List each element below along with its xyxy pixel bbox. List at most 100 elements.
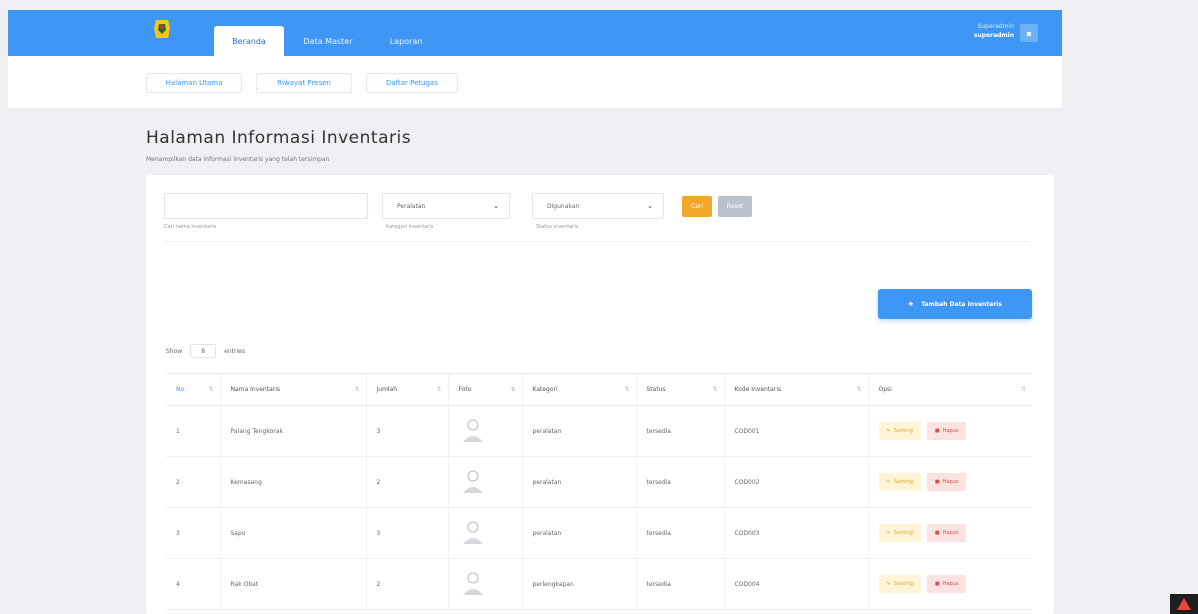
edit-button[interactable]: ✎ Sunting — [878, 422, 921, 440]
chevron-down-icon: ⌄ — [647, 202, 653, 210]
col-kategori[interactable]: Kategori ⇅ — [521, 373, 636, 406]
inventory-table: No. ⇅ Nama Inventaris ⇅ Jumlah ⇅ Foto ⇅ Kate… — [166, 373, 1032, 610]
kategori-value: Peralatan — [397, 202, 426, 210]
table-row: 1 Palang Tengkorak 3 peralatan tersedia … — [166, 405, 1032, 457]
subnav-riwayat-presen[interactable]: Riwayat Presen — [256, 73, 352, 93]
status-select[interactable]: Digunakan ⌄ — [532, 193, 664, 219]
page-length-control: Show 8 entries — [166, 344, 245, 358]
cell-foto — [447, 558, 522, 610]
cell-no: 3 — [166, 507, 220, 559]
user-name: superadmin — [973, 32, 1014, 39]
col-opsi[interactable]: Opsi ⇅ — [867, 373, 1032, 406]
cell-jumlah: 3 — [365, 405, 448, 457]
cell-status: tersedia — [635, 405, 724, 457]
cell-foto — [447, 456, 522, 508]
cari-button[interactable]: Cari — [682, 196, 712, 217]
trash-icon: ■ — [934, 530, 940, 536]
col-status[interactable]: Status ⇅ — [635, 373, 724, 406]
entries-label: entries — [224, 347, 246, 355]
delete-button[interactable]: ■ Hapus — [926, 422, 967, 440]
tab-laporan[interactable]: Laporan — [374, 26, 438, 56]
col-jumlah[interactable]: Jumlah ⇅ — [365, 373, 448, 406]
sort-icon: ⇅ — [624, 386, 630, 393]
add-button-label: Tambah Data Inventaris — [921, 300, 1002, 308]
user-avatar-icon — [462, 419, 483, 442]
pencil-icon: ✎ — [886, 581, 891, 587]
edit-button[interactable]: ✎ Sunting — [878, 524, 921, 542]
top-navbar: Beranda Data Master Laporan Superadmin s… — [8, 10, 1062, 56]
sort-icon: ⇅ — [1020, 386, 1026, 393]
page-title: Halaman Informasi Inventaris — [146, 128, 412, 148]
chevron-down-icon: ⌄ — [493, 202, 499, 210]
search-label: Cari nama inventaris — [164, 224, 217, 230]
add-inventory-button[interactable]: ✚ Tambah Data Inventaris — [878, 289, 1032, 319]
table-row: 3 Sapu 3 peralatan tersedia COD003 ✎ Sunt… — [166, 507, 1032, 559]
status-value: Digunakan — [547, 202, 580, 210]
cell-nama: Kemasang — [219, 456, 366, 508]
show-label: Show — [166, 347, 183, 355]
col-foto[interactable]: Foto ⇅ — [447, 373, 522, 406]
user-avatar-icon — [462, 470, 483, 493]
cell-nama: Rak Obat — [219, 558, 366, 610]
cell-nama: Palang Tengkorak — [219, 405, 366, 457]
trash-icon: ■ — [934, 581, 940, 587]
tab-beranda[interactable]: Beranda — [214, 26, 284, 56]
user-icon: ▪ — [1026, 28, 1032, 38]
trash-icon: ■ — [934, 428, 940, 434]
cell-opsi: ✎ Sunting ■ Hapus — [867, 405, 1032, 457]
col-nama[interactable]: Nama Inventaris ⇅ — [219, 373, 366, 406]
cell-kategori: peralatan — [521, 456, 636, 508]
plus-icon: ✚ — [908, 300, 914, 308]
delete-button[interactable]: ■ Hapus — [926, 575, 967, 593]
user-avatar-icon — [462, 521, 483, 544]
sort-icon: ⇅ — [856, 386, 862, 393]
cell-kode: COD002 — [723, 456, 868, 508]
table-row: 4 Rak Obat 2 perlengkapan tersedia COD00… — [166, 558, 1032, 610]
cell-status: tersedia — [635, 558, 724, 610]
cell-kategori: peralatan — [521, 405, 636, 457]
trash-icon: ■ — [934, 479, 940, 485]
cell-foto — [447, 507, 522, 559]
status-label: Status inventaris — [536, 224, 579, 230]
search-input[interactable] — [164, 193, 368, 219]
app-corner-icon[interactable] — [1170, 594, 1198, 614]
cell-kode: COD003 — [723, 507, 868, 559]
page-length-select[interactable]: 8 — [190, 344, 217, 358]
triangle-icon — [1177, 598, 1191, 610]
col-kode[interactable]: Kode Inventaris ⇅ — [723, 373, 868, 406]
subnav-daftar-petugas[interactable]: Daftar Petugas — [366, 73, 458, 93]
cell-nama: Sapu — [219, 507, 366, 559]
cell-kategori: perlengkapan — [521, 558, 636, 610]
inventory-card: Cari nama inventaris Peralatan ⌄ Kategor… — [146, 175, 1054, 614]
sort-icon: ⇅ — [712, 386, 718, 393]
table-header-row: No. ⇅ Nama Inventaris ⇅ Jumlah ⇅ Foto ⇅ Kate… — [166, 373, 1032, 406]
cell-jumlah: 2 — [365, 456, 448, 508]
cell-kode: COD004 — [723, 558, 868, 610]
page-subtitle: Menampilkan data informasi inventaris ya… — [146, 156, 330, 163]
pencil-icon: ✎ — [886, 479, 891, 485]
cell-opsi: ✎ Sunting ■ Hapus — [867, 456, 1032, 508]
cell-status: tersedia — [635, 456, 724, 508]
delete-button[interactable]: ■ Hapus — [926, 473, 967, 491]
edit-button[interactable]: ✎ Sunting — [878, 473, 921, 491]
tab-data-master[interactable]: Data Master — [290, 26, 366, 56]
edit-button[interactable]: ✎ Sunting — [878, 575, 921, 593]
user-menu-button[interactable]: ▪ — [1020, 24, 1038, 42]
cell-jumlah: 3 — [365, 507, 448, 559]
subnav-halaman-utama[interactable]: Halaman Utama — [146, 73, 242, 93]
pencil-icon: ✎ — [886, 428, 891, 434]
user-avatar-icon — [462, 572, 483, 595]
cell-kode: COD001 — [723, 405, 868, 457]
kategori-select[interactable]: Peralatan ⌄ — [382, 193, 510, 219]
sort-icon: ⇅ — [208, 386, 214, 393]
cell-no: 4 — [166, 558, 220, 610]
delete-button[interactable]: ■ Hapus — [926, 524, 967, 542]
reset-button[interactable]: Reset — [718, 196, 752, 217]
cell-no: 1 — [166, 405, 220, 457]
user-info: Superadmin superadmin — [974, 22, 1014, 40]
cell-no: 2 — [166, 456, 220, 508]
sort-icon: ⇅ — [354, 386, 360, 393]
col-no[interactable]: No. ⇅ — [166, 373, 220, 406]
cell-status: tersedia — [635, 507, 724, 559]
kategori-label: Kategori inventaris — [386, 224, 434, 230]
